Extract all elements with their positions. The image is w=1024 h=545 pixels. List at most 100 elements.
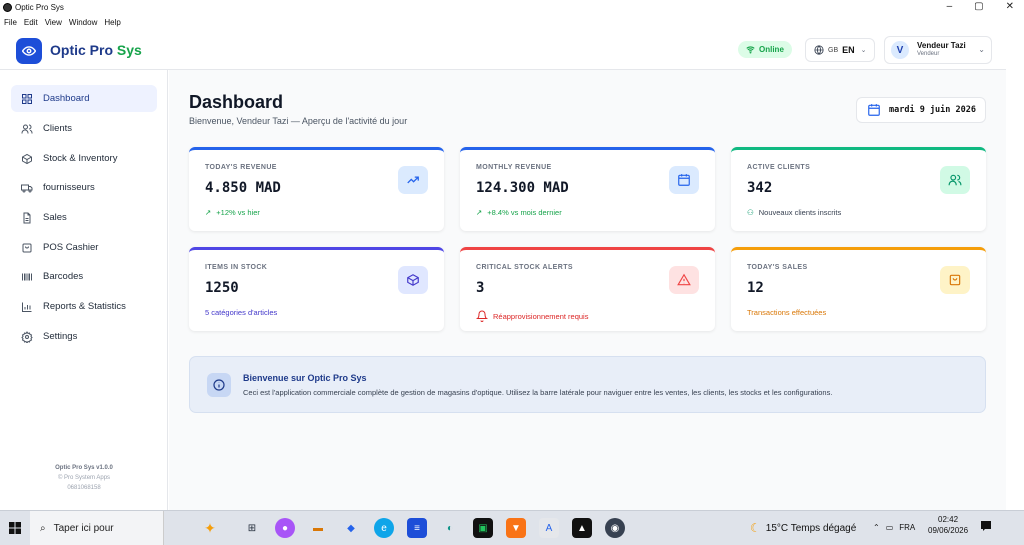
windows-start-button[interactable]: [0, 511, 30, 545]
sidebar-item-label: Dashboard: [43, 93, 90, 104]
chevron-down-icon: ⌄: [860, 47, 867, 54]
copilot-sparkle-icon[interactable]: ✦: [200, 518, 220, 538]
shopping-bag-icon: [940, 266, 970, 294]
alert-triangle-icon: [669, 266, 699, 294]
chevron-down-icon: ⌄: [978, 45, 985, 54]
window-titlebar: Optic Pro Sys: [0, 0, 1024, 14]
app-icon-dark[interactable]: ▲: [572, 518, 592, 538]
chart-icon: [22, 302, 32, 312]
box-icon: [398, 266, 428, 294]
menubar: File Edit View Window Help: [0, 15, 121, 29]
main-content: Dashboard Bienvenue, Vendeur Tazi — Aper…: [169, 70, 1006, 510]
barcode-icon: [22, 273, 32, 280]
app-icon-teal[interactable]: ◐: [440, 518, 460, 538]
sidebar-item-pos-cashier[interactable]: POS Cashier: [11, 234, 157, 261]
search-placeholder: Taper ici pour: [53, 522, 114, 534]
card-footer: Transactions effectuées: [747, 308, 826, 317]
sidebar-item-fournisseurs[interactable]: fournisseurs: [11, 174, 157, 201]
info-icon: [207, 373, 231, 397]
date-display: mardi 9 juin 2026: [856, 97, 986, 123]
menu-edit[interactable]: Edit: [24, 18, 38, 27]
card-footer: ⚇ Nouveaux clients inscrits: [747, 208, 841, 217]
card-value: 3: [476, 280, 485, 296]
card-value: 4.850 MAD: [205, 180, 281, 196]
notification-icon[interactable]: [980, 520, 992, 532]
card-label: CRITICAL STOCK ALERTS: [476, 264, 573, 271]
sidebar-item-label: Settings: [43, 331, 78, 342]
user-menu[interactable]: V Vendeur Tazi Vendeur ⌄: [884, 36, 992, 64]
window-controls: – ▢ ✕: [947, 1, 1014, 12]
weather-widget[interactable]: ☾ 15°C Temps dégagé: [750, 521, 856, 535]
window-title: Optic Pro Sys: [15, 2, 64, 12]
card-monthly-revenue: MONTHLY REVENUE 124.300 MAD ↗ +8.4% vs m…: [460, 147, 715, 231]
sidebar-item-dashboard[interactable]: Dashboard: [11, 85, 157, 112]
language-selector[interactable]: GB EN ⌄: [805, 38, 875, 62]
avatar: V: [891, 41, 909, 59]
card-label: TODAY'S SALES: [747, 264, 808, 271]
clock-time: 02:42: [938, 515, 959, 524]
file-explorer-icon[interactable]: ▬: [308, 518, 328, 538]
card-footer-text: Nouveaux clients inscrits: [758, 208, 842, 217]
terminal-icon[interactable]: ▣: [473, 518, 493, 538]
card-value: 124.300 MAD: [476, 180, 569, 196]
moon-weather-icon: ☾: [750, 521, 761, 535]
sidebar-item-clients[interactable]: Clients: [11, 115, 157, 142]
clock-date: 09/06/2026: [928, 526, 969, 535]
taskbar-search[interactable]: ⌕ Taper ici pour: [30, 510, 164, 545]
sidebar-item-barcodes[interactable]: Barcodes: [11, 263, 157, 290]
online-status-badge: Online: [738, 41, 792, 58]
maximize-button[interactable]: ▢: [974, 1, 983, 12]
card-label: ITEMS IN STOCK: [205, 264, 268, 271]
edge-copilot-icon[interactable]: ●: [275, 518, 295, 538]
close-button[interactable]: ✕: [1006, 1, 1014, 12]
sidebar: Dashboard Clients Stock & Inventory four…: [0, 70, 168, 510]
task-view-icon[interactable]: ⊞: [242, 518, 262, 538]
taskbar: ⌕ Taper ici pour ✦ ⊞ ● ▬ ◆ e ≡ ◐ ▣ ▼ A ▲…: [0, 510, 1024, 545]
banner-title: Bienvenue sur Optic Pro Sys: [243, 373, 367, 383]
sidebar-item-reports[interactable]: Reports & Statistics: [11, 293, 157, 320]
user-role: Vendeur: [917, 51, 940, 57]
bell-icon: [476, 310, 488, 322]
edge-browser-icon[interactable]: e: [374, 518, 394, 538]
card-value: 12: [747, 280, 764, 296]
card-value: 342: [747, 180, 773, 196]
users-icon: [21, 124, 33, 133]
card-footer: 5 catégories d'articles: [205, 308, 277, 317]
vscode-icon[interactable]: ≡: [407, 518, 427, 538]
brand-main: Optic Pro: [50, 42, 114, 58]
optic-pro-sys-taskbar-icon[interactable]: ◉: [605, 518, 625, 538]
input-language[interactable]: FRA: [899, 523, 915, 532]
minimize-button[interactable]: –: [947, 1, 953, 12]
sidebar-item-sales[interactable]: Sales: [11, 204, 157, 231]
system-tray: ⌃ ▭ FRA: [873, 523, 915, 532]
sidebar-item-label: Sales: [43, 212, 67, 223]
brave-browser-icon[interactable]: ▼: [506, 518, 526, 538]
sidebar-item-label: Reports & Statistics: [43, 301, 126, 312]
card-label: ACTIVE CLIENTS: [747, 164, 811, 171]
sidebar-item-label: Clients: [43, 123, 73, 134]
sidebar-item-label: Stock & Inventory: [43, 153, 118, 164]
menu-view[interactable]: View: [45, 18, 62, 27]
grid-icon: [22, 93, 32, 104]
battery-icon[interactable]: ▭: [886, 523, 894, 532]
taskbar-clock[interactable]: 02:42 09/06/2026: [928, 514, 968, 536]
sidebar-footer: Optic Pro Sys v1.0.0 © Pro System Apps 0…: [0, 463, 168, 493]
menu-window[interactable]: Window: [69, 18, 97, 27]
card-todays-revenue: TODAY'S REVENUE 4.850 MAD ↗ +12% vs hier: [189, 147, 444, 231]
chevron-up-icon[interactable]: ⌃: [873, 523, 880, 532]
truck-icon: [21, 184, 33, 192]
sidebar-item-stock[interactable]: Stock & Inventory: [11, 145, 157, 172]
card-footer-text: Réapprovisionnement requis: [493, 311, 589, 321]
app-icon-blue[interactable]: A: [539, 518, 559, 538]
brand-accent: Sys: [116, 42, 142, 58]
wifi-icon: [746, 46, 755, 54]
card-label: MONTHLY REVENUE: [476, 164, 552, 171]
sidebar-item-settings[interactable]: Settings: [11, 323, 157, 350]
menu-help[interactable]: Help: [104, 18, 120, 27]
page-subtitle: Bienvenue, Vendeur Tazi — Aperçu de l'ac…: [189, 116, 408, 126]
menu-file[interactable]: File: [4, 18, 17, 27]
card-footer: Réapprovisionnement requis: [476, 310, 588, 322]
card-footer-text: Transactions effectuées: [747, 308, 827, 317]
sidebar-item-label: fournisseurs: [43, 182, 95, 193]
store-icon[interactable]: ◆: [341, 518, 361, 538]
